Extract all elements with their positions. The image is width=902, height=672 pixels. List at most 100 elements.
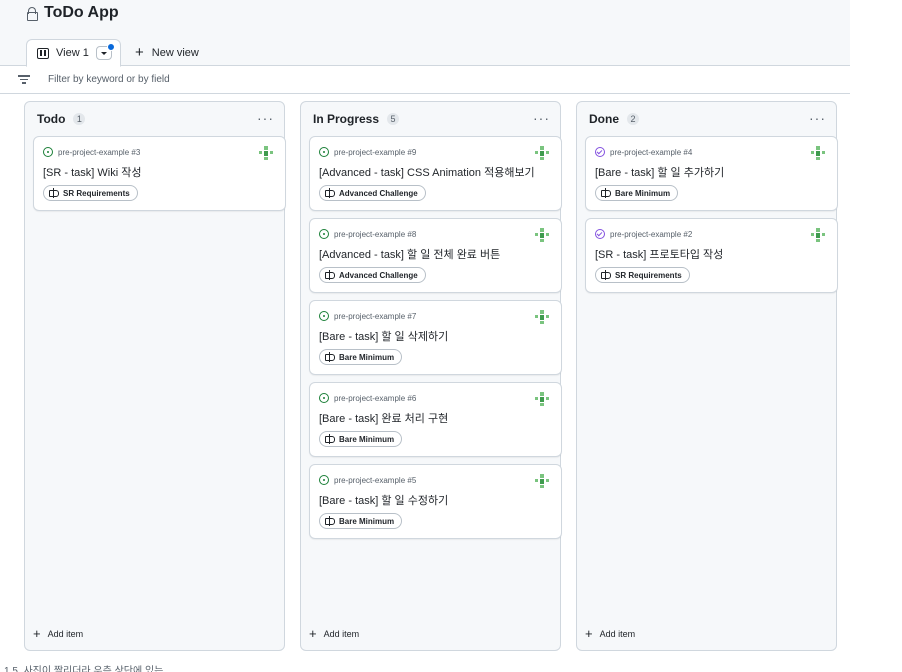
issue-open-icon	[319, 229, 329, 239]
card-title[interactable]: [Bare - task] 할 일 수정하기	[319, 492, 448, 508]
add-item-button[interactable]: + Add item	[585, 627, 635, 640]
filter-input[interactable]: Filter by keyword or by field	[48, 74, 170, 85]
milestone-label-text: Advanced Challenge	[339, 188, 418, 198]
plus-icon: +	[309, 626, 317, 641]
milestone-icon	[601, 187, 611, 198]
add-item-button[interactable]: + Add item	[33, 627, 83, 640]
assignee-avatar[interactable]	[535, 310, 549, 324]
card-reference: pre-project-example #2	[595, 229, 692, 239]
column-done: Done 2 ··· pre-project-example #4 [Bare …	[576, 101, 838, 651]
card-ref-text[interactable]: pre-project-example #8	[334, 230, 416, 239]
filter-bar[interactable]: Filter by keyword or by field	[0, 66, 850, 94]
issue-closed-icon	[595, 229, 605, 239]
issue-card[interactable]: pre-project-example #4 [Bare - task] 할 일…	[585, 136, 838, 211]
card-reference: pre-project-example #7	[319, 311, 416, 321]
column-title: In Progress	[313, 112, 380, 126]
milestone-label-text: Bare Minimum	[339, 434, 395, 444]
assignee-avatar[interactable]	[535, 392, 549, 406]
issue-open-icon	[319, 393, 329, 403]
card-title[interactable]: [Advanced - task] CSS Animation 적용해보기	[319, 164, 535, 180]
column-menu-button[interactable]: ···	[533, 110, 550, 126]
milestone-label[interactable]: SR Requirements	[43, 185, 138, 201]
column-menu-button[interactable]: ···	[257, 110, 274, 126]
new-view-button[interactable]: + New view	[121, 39, 199, 66]
lock-icon	[27, 7, 38, 21]
milestone-label[interactable]: Bare Minimum	[319, 513, 403, 529]
card-ref-text[interactable]: pre-project-example #5	[334, 476, 416, 485]
issue-card[interactable]: pre-project-example #7 [Bare - task] 할 일…	[309, 300, 562, 375]
milestone-label-text: SR Requirements	[63, 188, 130, 198]
unsaved-dot-icon	[106, 43, 115, 51]
card-reference: pre-project-example #6	[319, 393, 416, 403]
card-title[interactable]: [Advanced - task] 할 일 전체 완료 버튼	[319, 246, 500, 262]
card-ref-text[interactable]: pre-project-example #2	[610, 230, 692, 239]
milestone-label-text: SR Requirements	[615, 270, 682, 280]
project-title-text: ToDo App	[44, 4, 119, 21]
plus-icon: +	[585, 626, 593, 641]
milestone-label-text: Bare Minimum	[339, 516, 395, 526]
card-ref-text[interactable]: pre-project-example #4	[610, 148, 692, 157]
milestone-label[interactable]: Bare Minimum	[319, 431, 403, 447]
milestone-label[interactable]: Advanced Challenge	[319, 185, 426, 201]
card-reference: pre-project-example #9	[319, 147, 416, 157]
card-ref-text[interactable]: pre-project-example #6	[334, 394, 416, 403]
column-count-badge: 5	[387, 113, 400, 125]
card-title[interactable]: [SR - task] Wiki 작성	[43, 164, 141, 180]
plus-icon: +	[33, 626, 41, 641]
filter-lines-icon	[18, 75, 30, 84]
milestone-label[interactable]: Bare Minimum	[319, 349, 403, 365]
card-ref-text[interactable]: pre-project-example #3	[58, 148, 140, 157]
view-tabs: View 1 + New view	[26, 39, 199, 67]
new-view-label: New view	[151, 46, 199, 59]
milestone-icon	[325, 515, 335, 526]
issue-card[interactable]: pre-project-example #5 [Bare - task] 할 일…	[309, 464, 562, 539]
column-todo: Todo 1 ··· pre-project-example #3 [SR - …	[24, 101, 286, 651]
assignee-avatar[interactable]	[535, 146, 549, 160]
milestone-icon	[325, 269, 335, 280]
card-title[interactable]: [Bare - task] 할 일 추가하기	[595, 164, 724, 180]
add-item-label: Add item	[323, 628, 360, 639]
card-title[interactable]: [Bare - task] 할 일 삭제하기	[319, 328, 448, 344]
milestone-label[interactable]: Bare Minimum	[595, 185, 679, 201]
card-reference: pre-project-example #8	[319, 229, 416, 239]
issue-card[interactable]: pre-project-example #8 [Advanced - task]…	[309, 218, 562, 293]
assignee-avatar[interactable]	[811, 146, 825, 160]
assignee-avatar[interactable]	[535, 228, 549, 242]
card-ref-text[interactable]: pre-project-example #7	[334, 312, 416, 321]
tab-view-1[interactable]: View 1	[26, 39, 121, 67]
card-title[interactable]: [Bare - task] 완료 처리 구현	[319, 410, 448, 426]
milestone-label[interactable]: SR Requirements	[595, 267, 690, 283]
column-title: Todo	[37, 112, 66, 126]
card-ref-text[interactable]: pre-project-example #9	[334, 148, 416, 157]
column-count-badge: 2	[627, 113, 639, 125]
issue-card[interactable]: pre-project-example #6 [Bare - task] 완료 …	[309, 382, 562, 457]
column-menu-button[interactable]: ···	[809, 110, 826, 126]
add-item-label: Add item	[599, 628, 636, 639]
milestone-label[interactable]: Advanced Challenge	[319, 267, 426, 283]
add-item-button[interactable]: + Add item	[309, 627, 359, 640]
view-options-button[interactable]	[95, 43, 115, 60]
column-count-badge: 1	[73, 113, 86, 125]
assignee-avatar[interactable]	[535, 474, 549, 488]
assignee-avatar[interactable]	[259, 146, 273, 160]
column-title: Done	[589, 112, 619, 126]
issue-card[interactable]: pre-project-example #3 [SR - task] Wiki …	[33, 136, 286, 211]
issue-card[interactable]: pre-project-example #9 [Advanced - task]…	[309, 136, 562, 211]
card-reference: pre-project-example #4	[595, 147, 692, 157]
issue-open-icon	[43, 147, 53, 157]
issue-closed-icon	[595, 147, 605, 157]
board-icon	[37, 47, 49, 59]
add-item-label: Add item	[47, 628, 84, 639]
column-in-progress: In Progress 5 ··· pre-project-example #9…	[300, 101, 562, 651]
assignee-avatar[interactable]	[811, 228, 825, 242]
issue-card[interactable]: pre-project-example #2 [SR - task] 프로토타입…	[585, 218, 838, 293]
tab-view-1-label: View 1	[56, 47, 89, 59]
card-title[interactable]: [SR - task] 프로토타입 작성	[595, 246, 723, 262]
column-header: Todo 1 ···	[25, 102, 284, 136]
milestone-label-text: Advanced Challenge	[339, 270, 418, 280]
project-title: ToDo App	[27, 4, 119, 22]
milestone-icon	[49, 187, 59, 198]
milestone-icon	[601, 269, 611, 280]
caret-down-icon	[100, 51, 107, 55]
column-header: In Progress 5 ···	[301, 102, 560, 136]
